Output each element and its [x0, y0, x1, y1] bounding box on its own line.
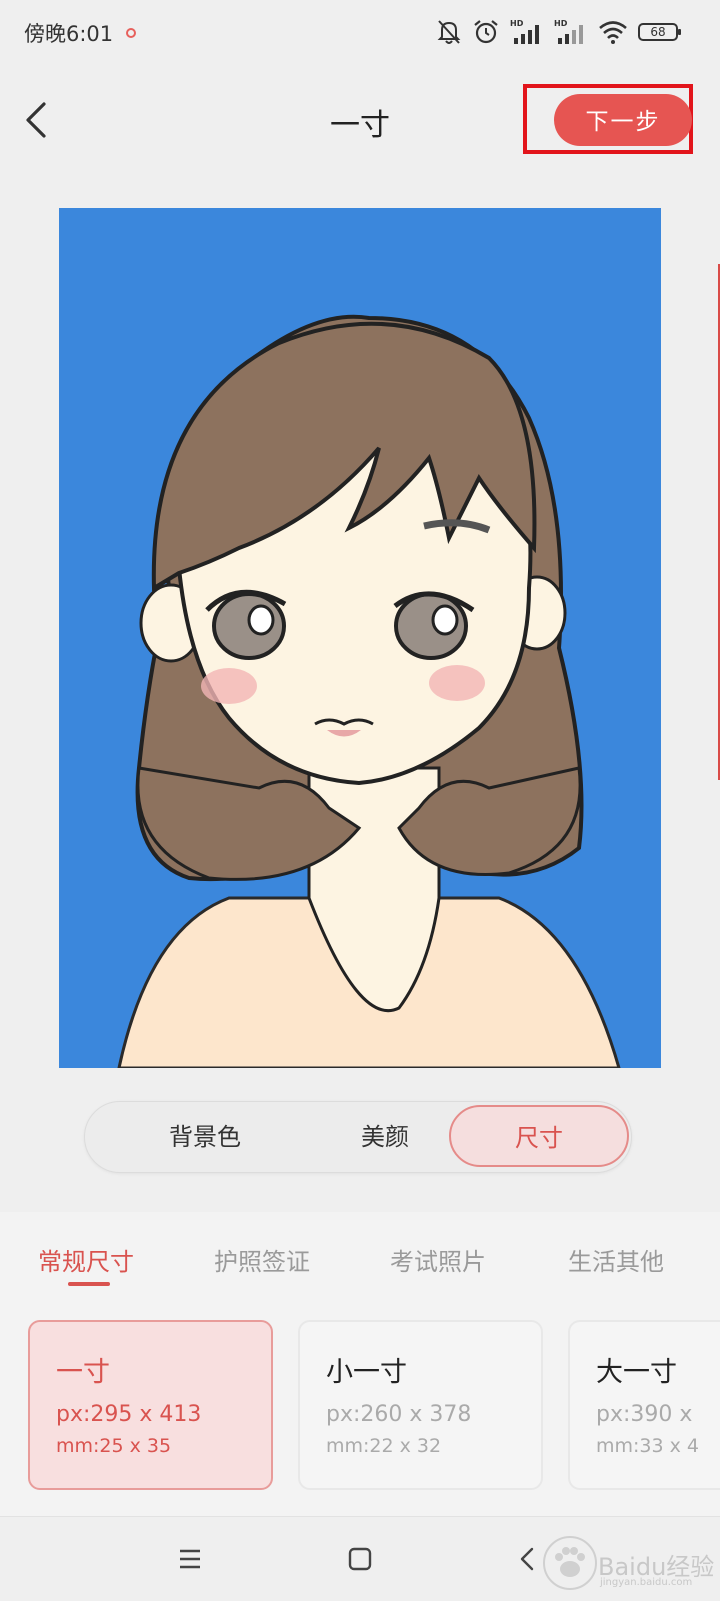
next-step-button[interactable]: 下一步: [554, 94, 692, 146]
alarm-icon: [474, 20, 498, 44]
recording-dot-icon: [126, 28, 136, 38]
tab-regular-size[interactable]: 常规尺寸: [38, 1242, 134, 1277]
size-mm: mm:25 x 35: [56, 1435, 172, 1457]
size-card[interactable]: 小一寸 px:260 x 378 mm:22 x 32: [298, 1320, 543, 1490]
size-panel: 常规尺寸 护照签证 考试照片 生活其他 一寸 px:295 x 413 mm:2…: [0, 1212, 720, 1516]
mode-size[interactable]: 尺寸: [449, 1105, 629, 1167]
size-name: 大一寸: [596, 1357, 677, 1388]
battery-level: 68: [650, 25, 666, 39]
size-mm: mm:33 x 4: [596, 1435, 700, 1457]
size-card[interactable]: 一寸 px:295 x 413 mm:25 x 35: [28, 1320, 273, 1490]
svg-text:HD: HD: [554, 19, 568, 28]
hd-signal-icon: HD: [554, 19, 583, 44]
size-px: px:260 x 378: [326, 1402, 472, 1427]
mode-background-color[interactable]: 背景色: [125, 1102, 285, 1172]
size-px: px:390 x: [596, 1402, 693, 1427]
size-name: 小一寸: [326, 1357, 407, 1388]
wifi-icon: [599, 21, 627, 44]
portrait-illustration: [59, 208, 661, 1068]
mode-beauty[interactable]: 美颜: [325, 1102, 445, 1172]
watermark-sub: jingyan.baidu.com: [600, 1577, 693, 1588]
menu-icon[interactable]: [170, 1539, 210, 1579]
watermark: Baidu经验 jingyan.baidu.com: [540, 1533, 716, 1593]
tab-passport-visa[interactable]: 护照签证: [214, 1242, 310, 1277]
status-time: 傍晚6:01: [24, 22, 114, 46]
tab-life-other[interactable]: 生活其他: [568, 1242, 664, 1277]
status-icons: HD HD 68: [436, 16, 681, 48]
tab-exam-photo[interactable]: 考试照片: [390, 1242, 486, 1277]
size-mm: mm:22 x 32: [326, 1435, 442, 1457]
bell-muted-icon: [437, 20, 461, 44]
home-icon[interactable]: [340, 1539, 380, 1579]
hd-signal-icon: HD: [510, 19, 539, 44]
size-px: px:295 x 413: [56, 1402, 202, 1427]
edit-mode-switch: 背景色 美颜 尺寸: [84, 1101, 632, 1173]
size-name: 一寸: [56, 1357, 110, 1388]
paw-icon: [543, 1536, 597, 1590]
size-card[interactable]: 大一寸 px:390 x mm:33 x 4: [568, 1320, 720, 1490]
system-nav-bar: Baidu经验 jingyan.baidu.com: [0, 1516, 720, 1601]
svg-text:HD: HD: [510, 19, 524, 28]
battery-icon: 68: [638, 23, 681, 41]
active-tab-indicator: [68, 1282, 110, 1286]
status-bar: 傍晚6:01 HD HD 68: [0, 0, 720, 64]
photo-preview: [59, 208, 661, 1068]
top-bar: 一寸 下一步: [0, 64, 720, 174]
